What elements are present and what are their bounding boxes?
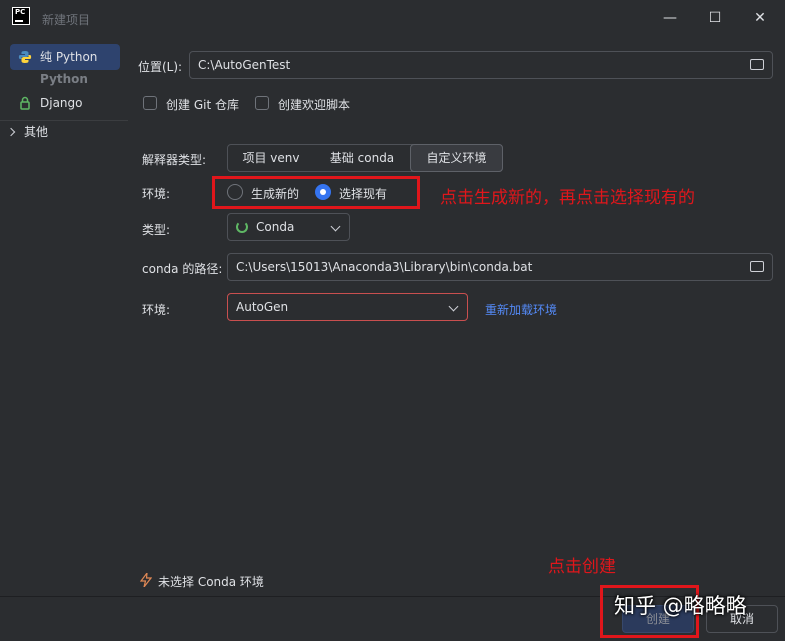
type-label: 类型: (142, 223, 171, 237)
python-icon (18, 51, 32, 63)
status-message: 未选择 Conda 环境 (158, 575, 264, 589)
window-title: 新建项目 (42, 13, 91, 27)
env2-label: 环境: (142, 303, 171, 317)
create-git-label: 创建 Git 仓库 (166, 98, 239, 112)
zhihu-watermark: 知乎 @略略略 (614, 594, 747, 618)
project-type-sidebar: 纯 Python Python Django 其他 (0, 36, 128, 596)
reload-env-link[interactable]: 重新加载环境 (485, 301, 557, 318)
create-welcome-label: 创建欢迎脚本 (278, 98, 351, 112)
conda-path-input[interactable]: C:\Users\15013\Anaconda3\Library\bin\con… (227, 253, 773, 281)
conda-path-value: C:\Users\15013\Anaconda3\Library\bin\con… (236, 260, 533, 274)
conda-path-label: conda 的路径: (142, 262, 223, 276)
sidebar-item-label: 纯 Python (40, 50, 98, 64)
interpreter-type-base-conda[interactable]: 基础 conda (318, 145, 406, 171)
sidebar-group-label: 其他 (24, 125, 49, 139)
main-panel: 位置(L): C:\AutoGenTest 创建 Git 仓库 创建欢迎脚本 解… (128, 36, 785, 596)
type-value: Conda (256, 220, 295, 234)
django-icon (20, 96, 30, 110)
lightning-icon (140, 573, 152, 587)
location-value: C:\AutoGenTest (198, 58, 291, 72)
annotation-radio-hint: 点击生成新的，再点击选择现有的 (440, 188, 695, 208)
sidebar-section-header: Python (40, 72, 88, 86)
chevron-down-icon (330, 221, 341, 232)
environment-dropdown[interactable]: AutoGen (227, 293, 468, 321)
create-git-checkbox[interactable] (143, 96, 157, 110)
annotation-box-radios (212, 176, 420, 209)
pycharm-logo-icon: PC (12, 7, 30, 25)
chevron-down-icon (448, 301, 459, 312)
title-bar: PC 新建项目 — ☐ ✕ (0, 0, 785, 36)
environment-value: AutoGen (236, 300, 289, 314)
sidebar-item-label: Django (40, 96, 83, 110)
location-label: 位置(L): (138, 60, 183, 74)
interpreter-type-segmented: 项目 venv 基础 conda 自定义环境 (227, 144, 503, 172)
sidebar-group-other[interactable]: 其他 (0, 120, 128, 143)
close-button[interactable]: ✕ (750, 8, 770, 28)
annotation-create-hint: 点击创建 (548, 557, 616, 577)
create-welcome-checkbox[interactable] (255, 96, 269, 110)
interpreter-type-label: 解释器类型: (142, 153, 207, 167)
folder-icon[interactable] (750, 261, 764, 272)
sidebar-item-django[interactable]: Django (10, 90, 120, 116)
folder-icon[interactable] (750, 59, 764, 70)
env-label: 环境: (142, 187, 171, 201)
sidebar-item-pure-python[interactable]: 纯 Python (10, 44, 120, 70)
chevron-right-icon (6, 127, 16, 137)
maximize-button[interactable]: ☐ (705, 8, 725, 28)
minimize-button[interactable]: — (660, 8, 680, 28)
interpreter-type-custom[interactable]: 自定义环境 (410, 144, 503, 172)
type-dropdown[interactable]: Conda (227, 213, 350, 241)
interpreter-type-venv[interactable]: 项目 venv (230, 145, 312, 171)
location-input[interactable]: C:\AutoGenTest (189, 51, 773, 79)
loading-spinner-icon (236, 221, 248, 233)
